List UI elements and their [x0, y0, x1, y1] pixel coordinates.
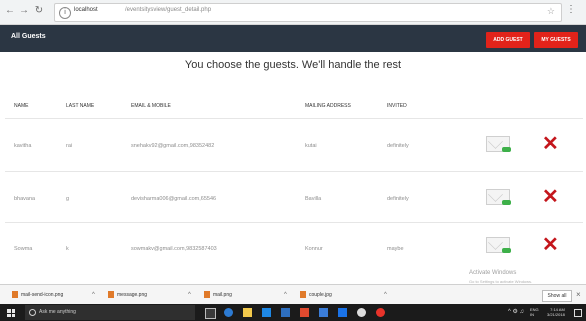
download-filename: message.png — [117, 292, 148, 298]
downloads-bar: mail-send-icon.png ^ message.png ^ mail.… — [0, 284, 586, 305]
add-guest-button[interactable]: ADD GUEST — [486, 32, 530, 48]
download-filename: mail-send-icon.png — [21, 292, 64, 298]
delete-icon[interactable]: ✕ — [542, 134, 559, 154]
activate-windows-watermark: Activate Windows — [469, 270, 517, 276]
windows-start-icon[interactable] — [7, 309, 15, 317]
store-icon[interactable] — [262, 308, 271, 317]
column-header-mailing-address: MAILING ADDRESS — [305, 103, 351, 109]
task-view-icon[interactable] — [205, 308, 216, 319]
edge-icon[interactable] — [224, 308, 233, 317]
guest-invited: definitely — [387, 143, 409, 149]
lang-region: IN — [530, 312, 534, 317]
guest-last-name: g — [66, 196, 70, 202]
tagline: You choose the guests. We'll handle the … — [184, 59, 402, 71]
menu-icon[interactable]: ⋮ — [566, 4, 576, 15]
notification-icon[interactable] — [574, 309, 582, 317]
table-row: kavitha rai snehakv92@gmail.com,98352482… — [0, 119, 586, 171]
taskbar-search[interactable]: Ask me anything — [25, 305, 195, 320]
language-indicator[interactable]: ENG IN — [530, 307, 539, 317]
download-item[interactable]: couple.jpg — [300, 289, 332, 301]
file-icon — [204, 291, 210, 299]
app-icon[interactable] — [319, 308, 328, 317]
search-placeholder: Ask me anything — [39, 309, 76, 315]
browser-toolbar: ← → ↻ i localhost /eventsitysview/guest_… — [0, 0, 586, 25]
delete-icon[interactable]: ✕ — [542, 187, 559, 207]
guest-email-mobile: devisharma006@gmail.com,65546 — [131, 196, 217, 202]
cortana-icon — [29, 309, 36, 316]
guest-last-name: k — [66, 246, 69, 252]
guest-address: Konnur — [305, 246, 323, 252]
download-filename: mail.png — [213, 292, 232, 298]
chevron-up-icon[interactable]: ^ — [284, 289, 287, 301]
show-all-button[interactable]: Show all — [542, 290, 572, 302]
send-badge-icon — [502, 147, 511, 152]
chevron-up-icon[interactable]: ^ — [188, 289, 191, 301]
reload-icon[interactable]: ↻ — [33, 5, 45, 17]
chevron-up-icon[interactable]: ^ — [92, 289, 95, 301]
page-title: All Guests — [11, 33, 46, 40]
guest-invited: definitely — [387, 196, 409, 202]
guest-email-mobile: snehakv92@gmail.com,98352482 — [131, 143, 215, 149]
app-icon[interactable] — [357, 308, 366, 317]
address-bar[interactable]: i localhost /eventsitysview/guest_detail… — [54, 3, 562, 22]
app-icon[interactable] — [300, 308, 309, 317]
guest-address: kutai — [305, 143, 317, 149]
guest-invited: maybe — [387, 246, 404, 252]
chevron-up-icon[interactable]: ^ — [384, 289, 387, 301]
column-header-last-name: LAST NAME — [66, 103, 95, 109]
guest-last-name: rai — [66, 143, 73, 149]
column-header-invited: INVITED — [387, 103, 407, 109]
file-icon — [300, 291, 306, 299]
my-guests-button[interactable]: MY GUESTS — [534, 32, 578, 48]
url-path: /eventsitysview/guest_detail.php — [125, 7, 212, 13]
info-icon[interactable]: i — [59, 7, 71, 19]
send-badge-icon — [502, 200, 511, 205]
send-badge-icon — [502, 248, 511, 253]
app-header: All Guests ADD GUEST MY GUESTS — [0, 25, 586, 52]
close-icon[interactable]: × — [576, 290, 581, 299]
download-filename: couple.jpg — [309, 292, 332, 298]
clock-date: 3/21/2018 — [547, 312, 565, 317]
download-item[interactable]: message.png — [108, 289, 147, 301]
download-item[interactable]: mail-send-icon.png — [12, 289, 63, 301]
url-host: localhost — [74, 7, 98, 13]
bookmark-star-icon[interactable]: ☆ — [547, 6, 555, 17]
clock[interactable]: 7:14 AM 3/21/2018 — [547, 307, 565, 317]
file-icon — [108, 291, 114, 299]
guest-name: kavitha — [14, 143, 32, 149]
delete-icon[interactable]: ✕ — [542, 235, 559, 255]
guest-name: bhavana — [14, 196, 36, 202]
table-row: bhavana g devisharma006@gmail.com,65546 … — [0, 172, 586, 222]
windows-taskbar: Ask me anything ^ ⚙ ♫ ENG IN 7:14 AM 3/21/… — [0, 304, 586, 321]
app-icon[interactable] — [338, 308, 347, 317]
guest-name: Sowma — [14, 246, 33, 252]
file-icon — [12, 291, 18, 299]
app-icon[interactable] — [281, 308, 290, 317]
table-row: Sowma k sowmakv@gmail.com,9832587403 Kon… — [0, 223, 586, 273]
guest-address: Bavilla — [305, 196, 322, 202]
guest-email-mobile: sowmakv@gmail.com,9832587403 — [131, 246, 217, 252]
system-tray-icons[interactable]: ^ ⚙ ♫ — [508, 308, 524, 315]
chrome-icon[interactable] — [376, 308, 385, 317]
column-header-name: NAME — [14, 103, 29, 109]
forward-icon[interactable]: → — [18, 5, 30, 17]
column-header-email-mobile: EMAIL & MOBILE — [131, 103, 171, 109]
file-explorer-icon[interactable] — [243, 308, 252, 317]
back-icon[interactable]: ← — [4, 5, 16, 17]
download-item[interactable]: mail.png — [204, 289, 232, 301]
